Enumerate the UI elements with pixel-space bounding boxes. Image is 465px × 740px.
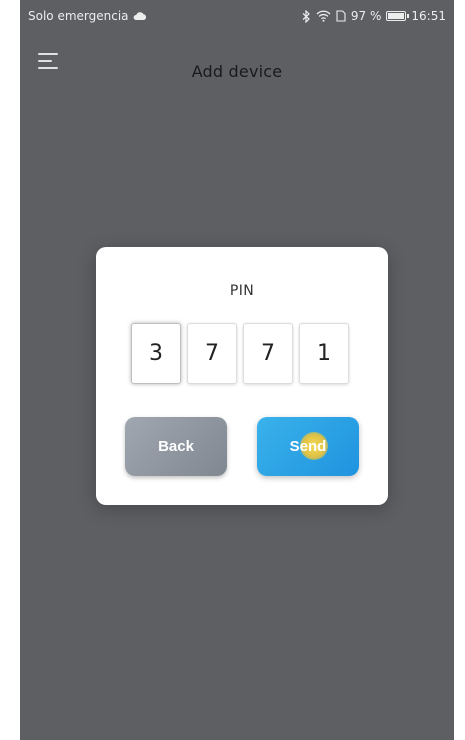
- pin-digit-4[interactable]: 1: [299, 323, 349, 384]
- pin-digit-3[interactable]: 7: [243, 323, 293, 384]
- send-button[interactable]: Send: [257, 417, 359, 476]
- pin-dialog: PIN 3 7 7 1 Back Send: [96, 247, 388, 505]
- back-button-label: Back: [158, 438, 194, 455]
- phone-screen: Solo emergencia 97 % 16:51 Add device PI…: [20, 0, 454, 740]
- dialog-title: PIN: [229, 283, 255, 299]
- pin-digit-2[interactable]: 7: [187, 323, 237, 384]
- pin-input-row: 3 7 7 1: [131, 323, 349, 384]
- back-button[interactable]: Back: [125, 417, 227, 476]
- pin-digit-1[interactable]: 3: [131, 323, 181, 384]
- send-button-label: Send: [289, 438, 327, 455]
